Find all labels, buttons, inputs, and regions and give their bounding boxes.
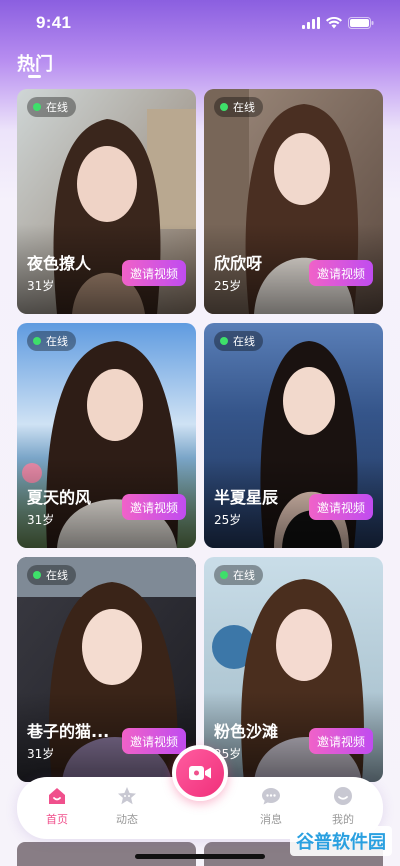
invite-video-button[interactable]: 邀请视频 [309,260,373,286]
online-badge: 在线 [27,565,76,585]
online-dot-icon [220,337,228,345]
online-label: 在线 [233,569,255,582]
card-name: 巷子的猫... [27,722,110,741]
online-badge: 在线 [214,97,263,117]
user-card[interactable]: 在线 巷子的猫... 31岁 邀请视频 [17,557,196,782]
online-badge: 在线 [27,331,76,351]
card-name: 粉色沙滩 [214,722,279,741]
online-label: 在线 [46,335,68,348]
profile-icon [334,787,352,805]
invite-video-button[interactable]: 邀请视频 [122,260,186,286]
battery-icon [348,17,374,29]
invite-video-button[interactable]: 邀请视频 [122,494,186,520]
tab-mine[interactable]: 我的 [313,785,373,827]
wifi-icon [326,17,342,29]
invite-video-button[interactable]: 邀请视频 [122,728,186,754]
user-card[interactable]: 在线 半夏星辰 25岁 邀请视频 [204,323,383,548]
online-badge: 在线 [214,331,263,351]
online-label: 在线 [233,335,255,348]
message-icon [262,788,280,805]
star-icon [118,787,136,805]
tab-home[interactable]: 首页 [27,785,87,827]
online-dot-icon [220,103,228,111]
home-indicator [135,854,265,859]
status-time: 9:41 [36,13,72,32]
status-bar: 9:41 [0,0,400,46]
invite-video-button[interactable]: 邀请视频 [309,728,373,754]
online-badge: 在线 [214,565,263,585]
card-age: 25岁 [214,279,242,293]
card-name: 夏天的风 [27,488,92,507]
tab-messages-label: 消息 [260,813,282,826]
tab-mine-label: 我的 [332,813,354,826]
user-card[interactable]: 在线 夏天的风 31岁 邀请视频 [17,323,196,548]
home-icon [49,788,65,804]
user-card[interactable]: 在线 夜色撩人 31岁 邀请视频 [17,89,196,314]
user-card-grid: 在线 夜色撩人 31岁 邀请视频 在线 欣欣呀 25岁 邀请视频 在线 夏天的风… [17,89,383,782]
video-call-button[interactable] [172,745,228,801]
section-title-underline [28,75,41,78]
online-badge: 在线 [27,97,76,117]
status-icons [302,17,374,29]
section-title-hot[interactable]: 热门 [17,50,53,76]
card-name: 夜色撩人 [27,254,92,273]
online-dot-icon [33,103,41,111]
user-card[interactable]: 在线 粉色沙滩 25岁 邀请视频 [204,557,383,782]
invite-video-button[interactable]: 邀请视频 [309,494,373,520]
card-age: 31岁 [27,747,55,761]
watermark-label: 谷普软件园 [296,832,386,853]
user-card[interactable]: 在线 欣欣呀 25岁 邀请视频 [204,89,383,314]
tab-moments[interactable]: 动态 [97,785,157,827]
online-dot-icon [220,571,228,579]
tab-home-label: 首页 [46,813,68,826]
online-dot-icon [33,337,41,345]
card-name: 半夏星辰 [214,488,279,507]
card-age: 31岁 [27,279,55,293]
card-age: 25岁 [214,513,242,527]
card-age: 31岁 [27,513,55,527]
online-label: 在线 [46,569,68,582]
tab-messages[interactable]: 消息 [241,785,301,827]
video-camera-icon [189,766,211,780]
tab-moments-label: 动态 [116,813,138,826]
signal-icon [302,17,320,29]
online-dot-icon [33,571,41,579]
online-label: 在线 [46,101,68,114]
online-label: 在线 [233,101,255,114]
card-name: 欣欣呀 [214,254,263,273]
watermark: 谷普软件园 [290,826,392,856]
